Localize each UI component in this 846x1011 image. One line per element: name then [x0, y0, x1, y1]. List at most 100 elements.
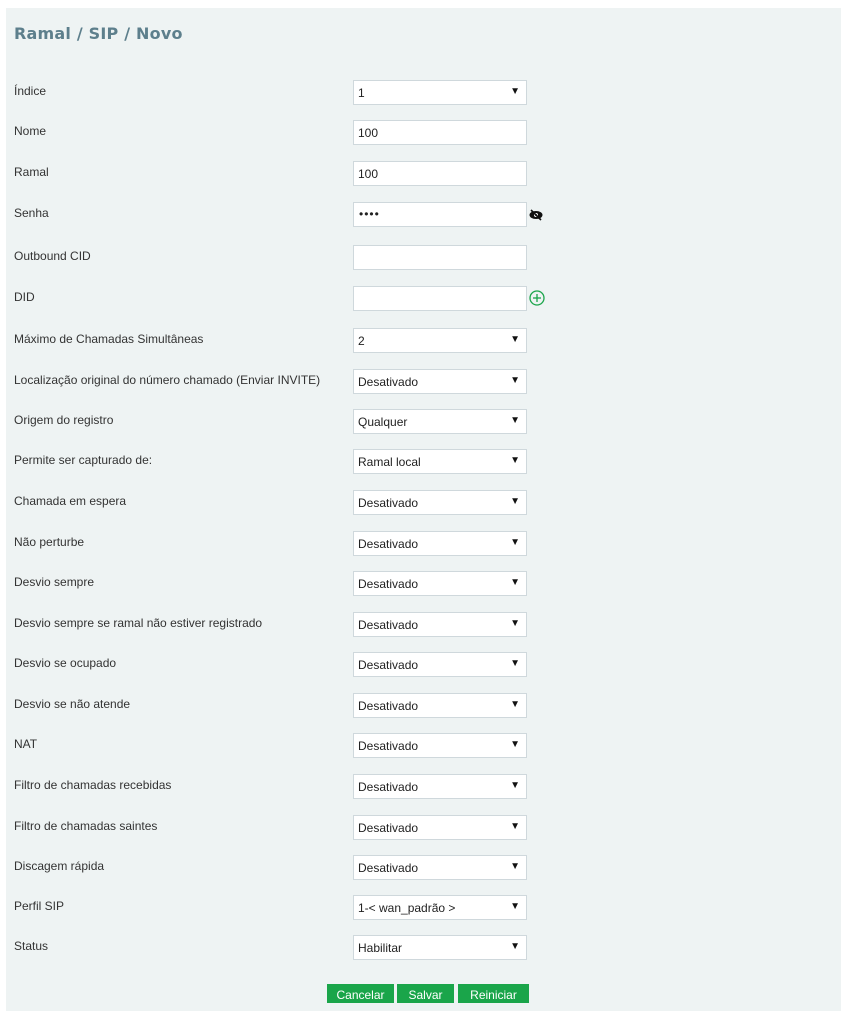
desvio-ocupado-label: Desvio se ocupado: [14, 656, 117, 670]
field-row-origem-registro: Origem do registro Qualquer ▼: [6, 409, 841, 434]
desvio-nao-registrado-label: Desvio sempre se ramal não estiver regis…: [14, 616, 263, 630]
chamada-espera-value: Desativado: [358, 496, 419, 510]
cancel-button[interactable]: Cancelar: [327, 984, 394, 1003]
ramal-input[interactable]: 100: [353, 161, 527, 186]
indice-select[interactable]: 1 ▼: [353, 80, 527, 105]
indice-label: Índice: [14, 84, 47, 98]
field-row-nome: Nome 100: [6, 120, 841, 145]
chevron-down-icon: ▼: [510, 334, 520, 345]
field-row-nat: NAT Desativado ▼: [6, 733, 841, 758]
field-row-desvio-nao-registrado: Desvio sempre se ramal não estiver regis…: [6, 612, 841, 637]
max-chamadas-value: 2: [358, 334, 365, 348]
ramal-label: Ramal: [14, 165, 49, 179]
nome-input[interactable]: 100: [353, 120, 527, 145]
nao-perturbe-value: Desativado: [358, 537, 419, 551]
origem-registro-select[interactable]: Qualquer ▼: [353, 409, 527, 434]
desvio-nao-atende-select[interactable]: Desativado ▼: [353, 693, 527, 718]
did-input[interactable]: [353, 286, 527, 311]
chevron-down-icon: ▼: [510, 780, 520, 791]
field-row-nao-perturbe: Não perturbe Desativado ▼: [6, 531, 841, 556]
chevron-down-icon: ▼: [510, 577, 520, 588]
desvio-sempre-label: Desvio sempre: [14, 575, 95, 589]
desvio-ocupado-value: Desativado: [358, 658, 419, 672]
outbound-cid-label: Outbound CID: [14, 249, 91, 263]
status-label: Status: [14, 939, 49, 953]
field-row-indice: Índice 1 ▼: [6, 80, 841, 105]
perfil-sip-select[interactable]: 1-< wan_padrão > ▼: [353, 895, 527, 920]
chamada-espera-label: Chamada em espera: [14, 494, 127, 508]
permite-captura-value: Ramal local: [358, 455, 421, 469]
desvio-nao-registrado-select[interactable]: Desativado ▼: [353, 612, 527, 637]
field-row-filtro-saintes: Filtro de chamadas saintes Desativado ▼: [6, 815, 841, 840]
field-row-outbound-cid: Outbound CID: [6, 245, 841, 270]
chevron-down-icon: ▼: [510, 496, 520, 507]
chevron-down-icon: ▼: [510, 821, 520, 832]
field-row-desvio-sempre: Desvio sempre Desativado ▼: [6, 571, 841, 596]
permite-captura-select[interactable]: Ramal local ▼: [353, 449, 527, 474]
save-button[interactable]: Salvar: [397, 984, 454, 1003]
field-row-localizacao: Localização original do número chamado (…: [6, 369, 841, 394]
field-row-filtro-recebidas: Filtro de chamadas recebidas Desativado …: [6, 774, 841, 799]
status-value: Habilitar: [358, 941, 403, 955]
origem-registro-label: Origem do registro: [14, 413, 114, 427]
nome-value: 100: [358, 126, 379, 140]
filtro-saintes-label: Filtro de chamadas saintes: [14, 819, 158, 833]
filtro-recebidas-value: Desativado: [358, 780, 419, 794]
senha-value: ••••: [359, 207, 380, 221]
perfil-sip-label: Perfil SIP: [14, 899, 65, 913]
senha-label: Senha: [14, 206, 49, 220]
desvio-nao-atende-label: Desvio se não atende: [14, 697, 131, 711]
nat-value: Desativado: [358, 739, 419, 753]
field-row-status: Status Habilitar ▼: [6, 935, 841, 960]
desvio-ocupado-select[interactable]: Desativado ▼: [353, 652, 527, 677]
field-row-ramal: Ramal 100: [6, 161, 841, 186]
page-title: Ramal / SIP / Novo: [14, 24, 183, 43]
form-panel: Ramal / SIP / Novo Índice 1 ▼ Nome 100 R…: [6, 8, 841, 1011]
filtro-saintes-select[interactable]: Desativado ▼: [353, 815, 527, 840]
indice-value: 1: [358, 86, 365, 100]
chevron-down-icon: ▼: [510, 941, 520, 952]
chevron-down-icon: ▼: [510, 739, 520, 750]
ramal-value: 100: [358, 167, 379, 181]
plus-circle-icon[interactable]: [529, 290, 545, 306]
chevron-down-icon: ▼: [510, 455, 520, 466]
origem-registro-value: Qualquer: [358, 415, 408, 429]
nat-select[interactable]: Desativado ▼: [353, 733, 527, 758]
nao-perturbe-select[interactable]: Desativado ▼: [353, 531, 527, 556]
discagem-rapida-label: Discagem rápida: [14, 859, 105, 873]
eye-slash-icon[interactable]: [529, 208, 543, 221]
outbound-cid-input[interactable]: [353, 245, 527, 270]
nao-perturbe-label: Não perturbe: [14, 535, 85, 549]
field-row-senha: Senha ••••: [6, 202, 841, 227]
chamada-espera-select[interactable]: Desativado ▼: [353, 490, 527, 515]
senha-input[interactable]: ••••: [353, 202, 527, 227]
localizacao-value: Desativado: [358, 375, 419, 389]
filtro-recebidas-select[interactable]: Desativado ▼: [353, 774, 527, 799]
field-row-desvio-nao-atende: Desvio se não atende Desativado ▼: [6, 693, 841, 718]
permite-captura-label: Permite ser capturado de:: [14, 453, 153, 467]
field-row-discagem-rapida: Discagem rápida Desativado ▼: [6, 855, 841, 880]
field-row-perfil-sip: Perfil SIP 1-< wan_padrão > ▼: [6, 895, 841, 920]
chevron-down-icon: ▼: [510, 375, 520, 386]
desvio-sempre-value: Desativado: [358, 577, 419, 591]
reset-button[interactable]: Reiniciar: [458, 984, 529, 1003]
nat-label: NAT: [14, 737, 38, 751]
field-row-did: DID: [6, 286, 841, 311]
field-row-permite-captura: Permite ser capturado de: Ramal local ▼: [6, 449, 841, 474]
field-row-max-chamadas: Máximo de Chamadas Simultâneas 2 ▼: [6, 328, 841, 353]
filtro-recebidas-label: Filtro de chamadas recebidas: [14, 778, 172, 792]
desvio-sempre-select[interactable]: Desativado ▼: [353, 571, 527, 596]
desvio-nao-registrado-value: Desativado: [358, 618, 419, 632]
field-row-desvio-ocupado: Desvio se ocupado Desativado ▼: [6, 652, 841, 677]
localizacao-select[interactable]: Desativado ▼: [353, 369, 527, 394]
desvio-nao-atende-value: Desativado: [358, 699, 419, 713]
chevron-down-icon: ▼: [510, 901, 520, 912]
perfil-sip-value: 1-< wan_padrão >: [358, 901, 456, 915]
chevron-down-icon: ▼: [510, 658, 520, 669]
max-chamadas-select[interactable]: 2 ▼: [353, 328, 527, 353]
discagem-rapida-select[interactable]: Desativado ▼: [353, 855, 527, 880]
chevron-down-icon: ▼: [510, 861, 520, 872]
field-row-chamada-espera: Chamada em espera Desativado ▼: [6, 490, 841, 515]
status-select[interactable]: Habilitar ▼: [353, 935, 527, 960]
chevron-down-icon: ▼: [510, 618, 520, 629]
